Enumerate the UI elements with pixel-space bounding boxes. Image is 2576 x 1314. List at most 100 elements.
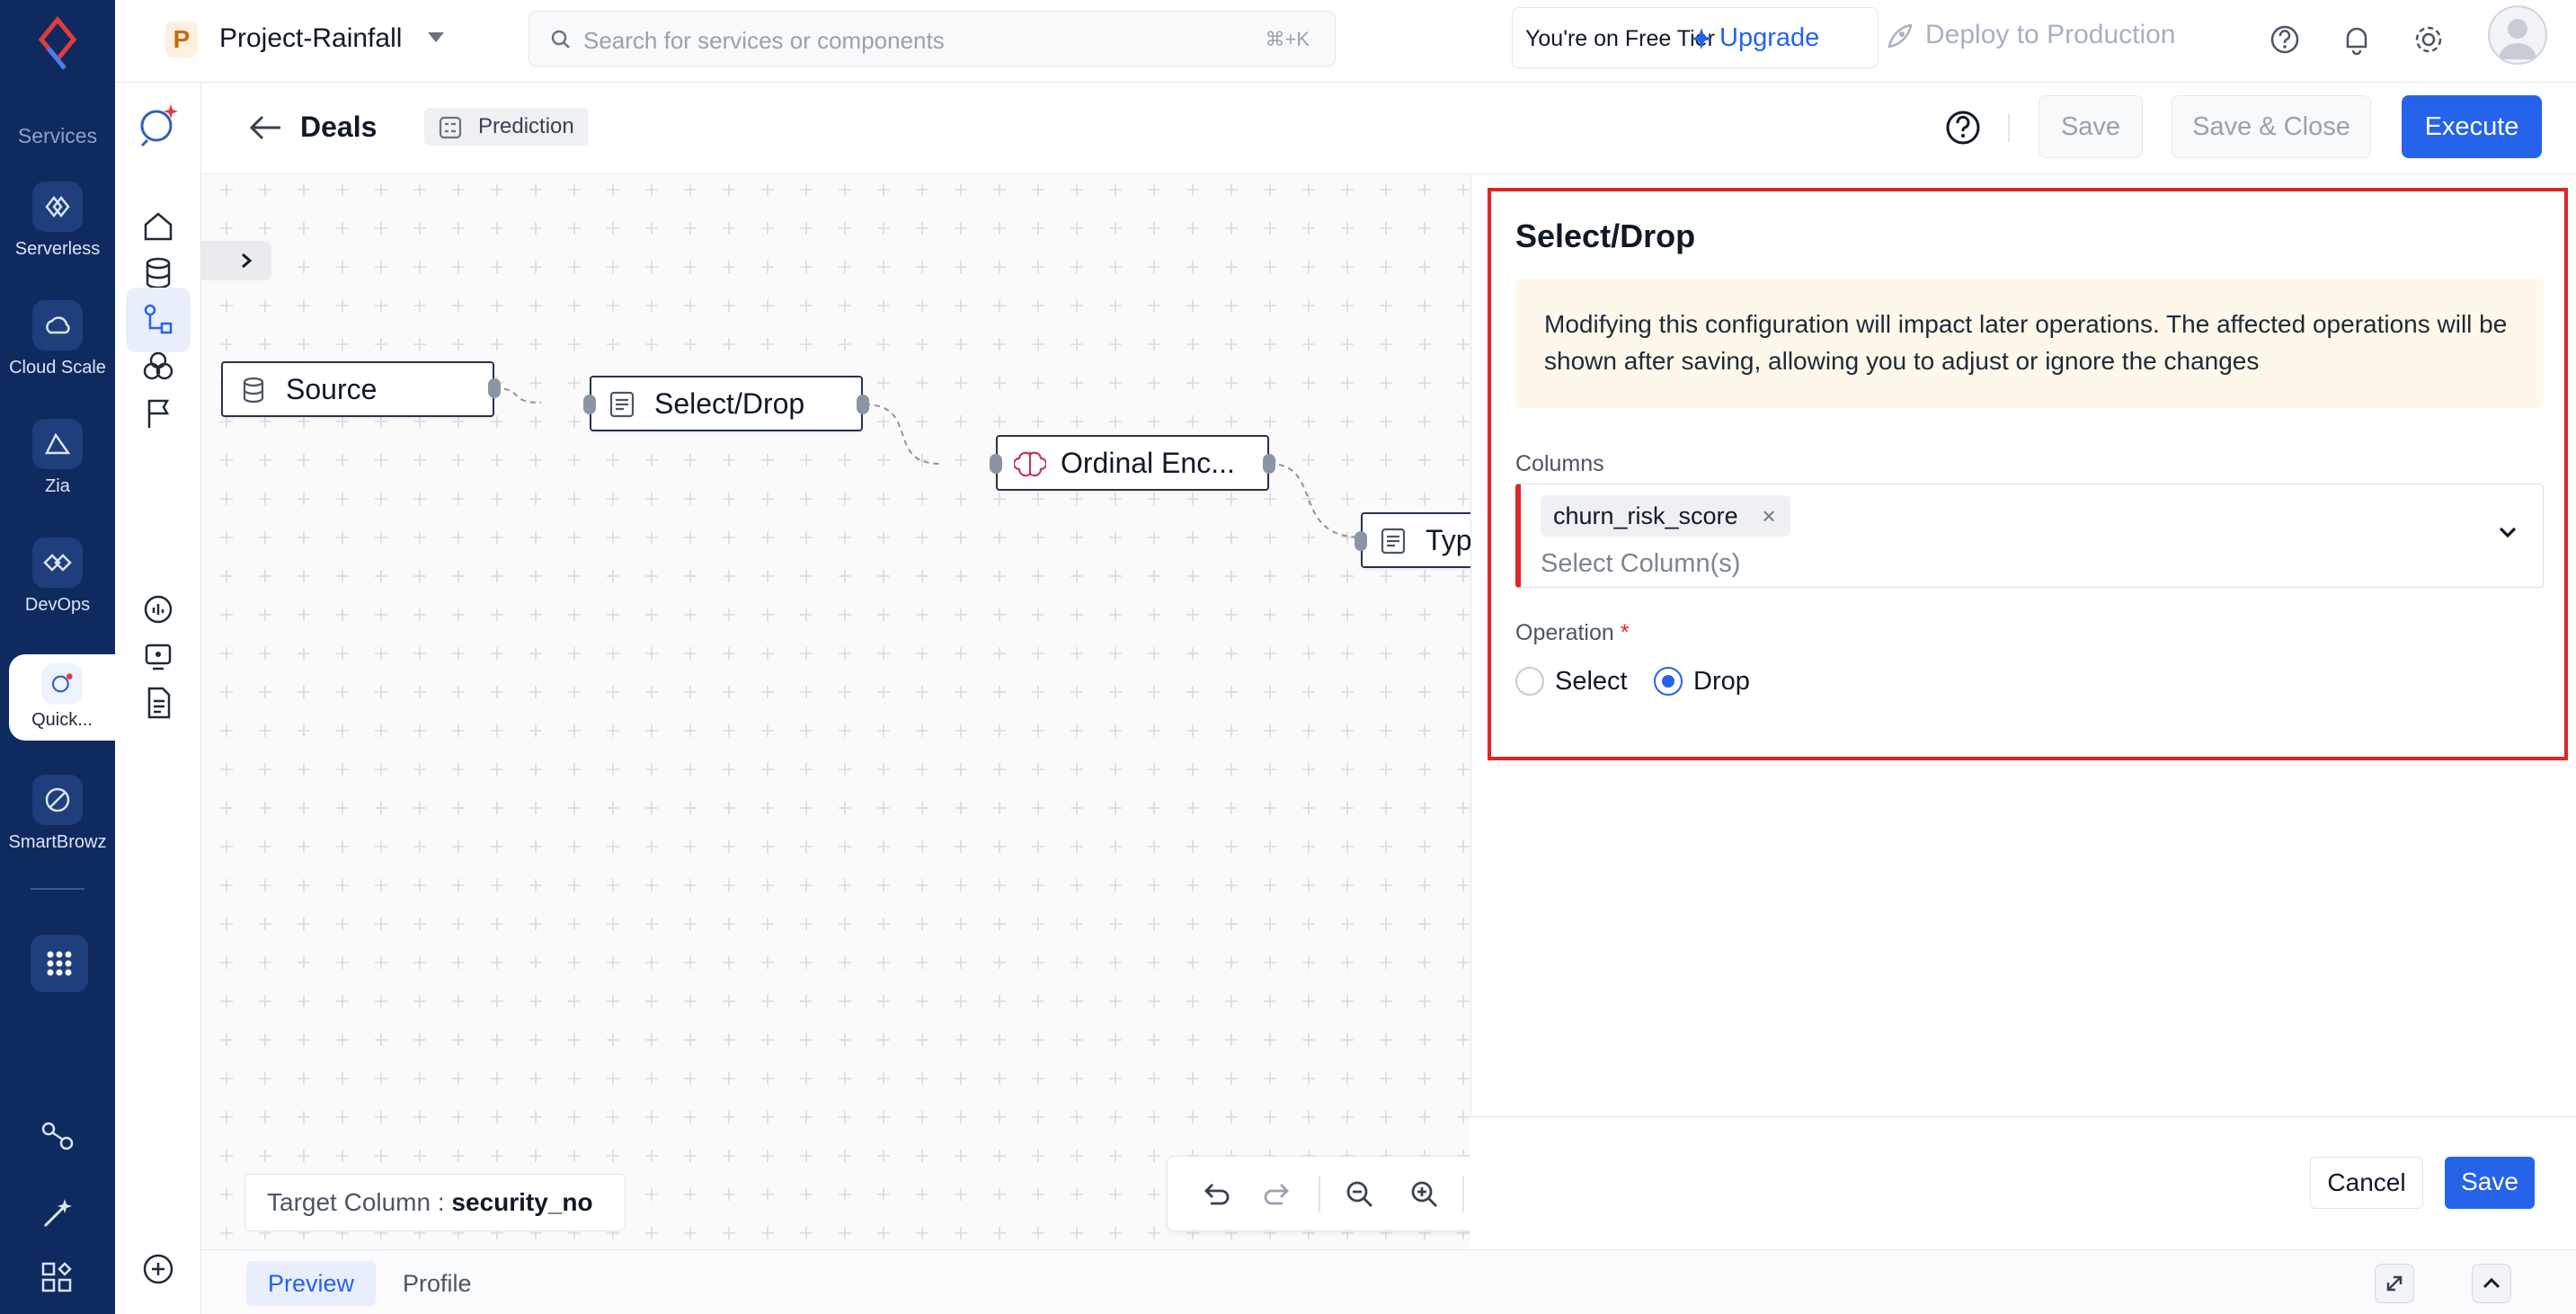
rail-item-devops[interactable]: DevOps: [0, 537, 115, 616]
database-icon: [243, 377, 264, 404]
save-button[interactable]: Save: [2039, 95, 2143, 158]
gear-icon[interactable]: [2411, 22, 2447, 58]
rail-item-label: Cloud Scale: [9, 358, 106, 377]
chip-label: churn_risk_score: [1553, 502, 1738, 529]
operation-label-text: Operation: [1515, 620, 1614, 645]
chevron-up-icon[interactable]: [2472, 1264, 2511, 1303]
undo-icon[interactable]: [1198, 1178, 1230, 1211]
widgets-icon[interactable]: [38, 1258, 77, 1298]
node-input-port[interactable]: [583, 395, 596, 414]
zia-icon: [32, 419, 83, 469]
help-icon[interactable]: [2267, 22, 2303, 58]
canvas-toolbar: [1167, 1156, 1472, 1231]
free-tier-box: You're on Free Tier Upgrade: [1512, 7, 1879, 68]
pipeline-header: Deals Prediction Save Save & Close Execu…: [201, 83, 2576, 174]
rocket-icon: [1888, 23, 1913, 49]
node-output-port[interactable]: [488, 378, 501, 398]
search-input[interactable]: Search for services or components ⌘+K: [529, 11, 1336, 67]
rail-item-zia[interactable]: Zia: [0, 419, 115, 497]
panel-save-button[interactable]: Save: [2445, 1157, 2535, 1209]
rail-item-label: Quick...: [31, 710, 93, 730]
zoom-out-icon[interactable]: [1344, 1178, 1376, 1211]
execute-button[interactable]: Execute: [2402, 95, 2542, 158]
prediction-badge: Prediction: [424, 108, 589, 146]
avatar[interactable]: [2488, 5, 2547, 65]
chevron-down-icon[interactable]: [428, 32, 444, 42]
expand-icon[interactable]: [2375, 1264, 2414, 1303]
redo-icon[interactable]: [1263, 1178, 1295, 1211]
radio-drop[interactable]: Drop: [1654, 665, 1750, 697]
zoom-in-icon[interactable]: [1408, 1178, 1441, 1211]
bell-icon[interactable]: [2339, 22, 2375, 58]
target-column-value: security_no: [451, 1188, 593, 1216]
devops-icon: [32, 537, 83, 588]
cloud-scale-icon: [32, 300, 83, 351]
impact-alert: Modifying this configuration will impact…: [1515, 279, 2544, 408]
sparkle-icon: [1691, 28, 1712, 49]
header-divider: [2008, 113, 2010, 142]
search-placeholder: Search for services or components: [583, 27, 945, 54]
rail-item-label: Zia: [45, 476, 70, 496]
search-shortcut: ⌘+K: [1265, 28, 1310, 50]
node-input-port[interactable]: [1355, 531, 1367, 551]
integrations-icon[interactable]: [38, 1116, 77, 1156]
panel-footer: Cancel Save: [1470, 1116, 2576, 1249]
canvas-expand-button[interactable]: [201, 241, 271, 280]
radio-circle[interactable]: [1654, 667, 1683, 696]
prediction-label: Prediction: [478, 114, 574, 138]
columns-select[interactable]: churn_risk_score × Select Column(s): [1515, 484, 2544, 588]
pipeline-canvas[interactable]: [201, 174, 1470, 1249]
node-ordinal-encoding[interactable]: Ordinal Enc...: [996, 435, 1269, 491]
chevron-right-icon: [242, 253, 253, 269]
node-label: Ordinal Enc...: [1061, 447, 1235, 479]
node-type[interactable]: Typ: [1361, 512, 1470, 568]
cancel-button[interactable]: Cancel: [2310, 1157, 2423, 1209]
radio-select[interactable]: Select: [1515, 665, 1628, 697]
rail-item-smartbrowz[interactable]: SmartBrowz: [0, 775, 115, 853]
rail-item-serverless[interactable]: Serverless: [0, 182, 115, 260]
deploy-button[interactable]: Deploy to Production: [1925, 20, 2176, 50]
services-rail: Services Serverless Cloud Scale Zia DevO…: [0, 0, 115, 1314]
project-name[interactable]: Project-Rainfall: [219, 23, 402, 54]
quickml-sidebar: [115, 83, 201, 1314]
node-output-port[interactable]: [1263, 454, 1275, 474]
quickml-logo-icon: [140, 104, 178, 147]
search-icon: [551, 30, 570, 49]
panel-title: Select/Drop: [1515, 218, 1696, 254]
node-output-port[interactable]: [857, 395, 869, 414]
quickml-icon: [41, 663, 83, 705]
tab-preview[interactable]: Preview: [246, 1261, 377, 1306]
node-label: Source: [286, 373, 378, 405]
upgrade-link[interactable]: Upgrade: [1719, 23, 1819, 53]
catalyst-logo-icon[interactable]: [31, 16, 84, 74]
tab-profile[interactable]: Profile: [381, 1261, 493, 1306]
node-label: Select/Drop: [654, 387, 805, 420]
node-select-drop[interactable]: Select/Drop: [590, 376, 863, 431]
help-icon[interactable]: [1943, 108, 1983, 147]
project-badge[interactable]: P: [165, 22, 198, 58]
flag-icon[interactable]: [126, 381, 191, 446]
add-icon[interactable]: [126, 1242, 191, 1296]
bottom-panel-bar: Preview Profile: [201, 1249, 2576, 1314]
magic-wand-icon[interactable]: [38, 1194, 77, 1233]
radio-label: Select: [1555, 667, 1628, 696]
rail-item-quickml[interactable]: Quick...: [9, 654, 115, 741]
document-icon[interactable]: [126, 670, 191, 735]
apps-grid-icon[interactable]: [31, 935, 88, 992]
rail-item-label: DevOps: [24, 595, 91, 615]
remove-chip-icon[interactable]: ×: [1762, 495, 1775, 537]
chevron-down-icon[interactable]: [2494, 519, 2521, 546]
radio-circle[interactable]: [1515, 667, 1544, 696]
document-icon: [1381, 528, 1406, 555]
rail-item-cloud-scale[interactable]: Cloud Scale: [0, 300, 115, 378]
columns-label: Columns: [1515, 451, 1604, 476]
node-source[interactable]: Source: [221, 361, 494, 417]
column-chip: churn_risk_score ×: [1541, 495, 1790, 537]
target-column-label: Target Column :: [267, 1188, 445, 1216]
required-marker: *: [1620, 620, 1630, 645]
back-arrow-icon[interactable]: [248, 111, 284, 144]
save-close-button[interactable]: Save & Close: [2172, 95, 2371, 158]
rail-divider: [31, 888, 84, 890]
document-icon: [609, 391, 635, 418]
node-input-port[interactable]: [990, 454, 1002, 474]
